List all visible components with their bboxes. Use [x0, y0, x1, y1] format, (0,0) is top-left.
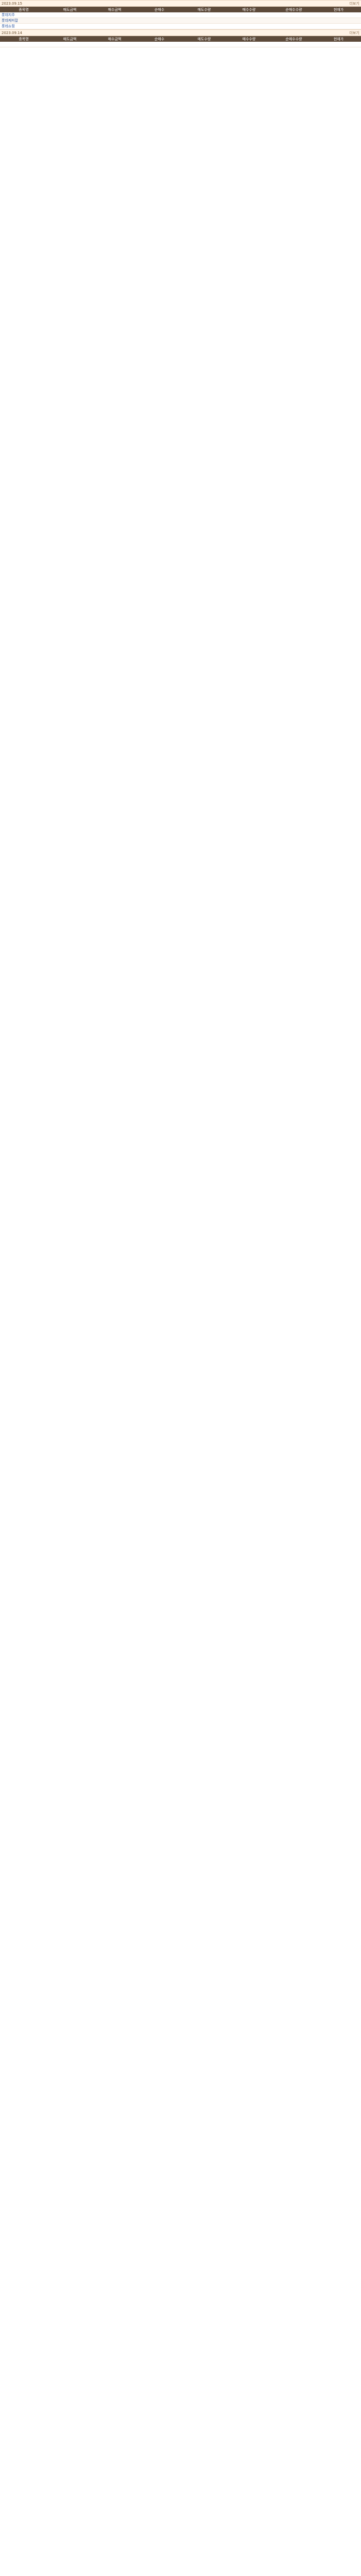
column-header: 매도수량 [197, 7, 211, 12]
more-link[interactable]: 더보기 [348, 30, 361, 36]
column-header: 순매수수량 [285, 7, 302, 12]
column-header: 매도금액 [63, 37, 77, 41]
stock-name-link[interactable]: 롯데쇼핑 [0, 24, 47, 29]
date-block: 2023.09.15 더보기종목명 매도금액 매수금액 순매수 매도수량 매수수량 순매수수량… [0, 0, 361, 29]
column-header: 매수금액 [108, 7, 122, 12]
column-header: 순매수수량 [285, 37, 302, 41]
table-row: 롯데지주 [0, 12, 361, 18]
column-header: 매수금액 [108, 37, 122, 41]
stock-name-link[interactable]: 롯데지주 [0, 12, 47, 18]
column-header: 순매수 [154, 37, 165, 41]
column-header: 순매수 [154, 7, 165, 12]
column-header: 현재가 [333, 37, 344, 41]
page: 2023.09.15 더보기 종목명 매도금액 매수금액 순매수 매도수량 매수수량 순매수수량… [0, 0, 361, 47]
column-header: 매수수량 [242, 7, 256, 12]
stock-name-link[interactable]: 롯데케미칼 [0, 18, 47, 23]
column-header: 매수수량 [242, 37, 256, 41]
table-header: 종목명 매도금액 매수금액 순매수 매도수량 매수수량 순매수수량 현재가 [0, 36, 361, 42]
table-row: 롯데케미칼 [0, 18, 361, 24]
table-header: 종목명 매도금액 매수금액 순매수 매도수량 매수수량 순매수수량 현재가 [0, 7, 361, 12]
column-header: 매도금액 [63, 7, 77, 12]
column-header: 매도수량 [197, 37, 211, 41]
date-summary-row: 2023.09.15 더보기 [0, 0, 361, 7]
column-header: 종목명 [19, 7, 29, 12]
table-row: 롯데쇼핑 [0, 24, 361, 29]
more-link[interactable]: 더보기 [348, 1, 361, 6]
column-header: 종목명 [19, 37, 29, 41]
date-label: 2023.09.14 [2, 30, 23, 35]
date-summary-row: 2023.09.14 더보기 [0, 29, 361, 36]
table-row [0, 42, 361, 47]
date-label: 2023.09.15 [2, 1, 23, 6]
column-header: 현재가 [333, 7, 344, 12]
date-block: 2023.09.14 더보기종목명 매도금액 매수금액 순매수 매도수량 매수수량 순매수수량… [0, 29, 361, 47]
